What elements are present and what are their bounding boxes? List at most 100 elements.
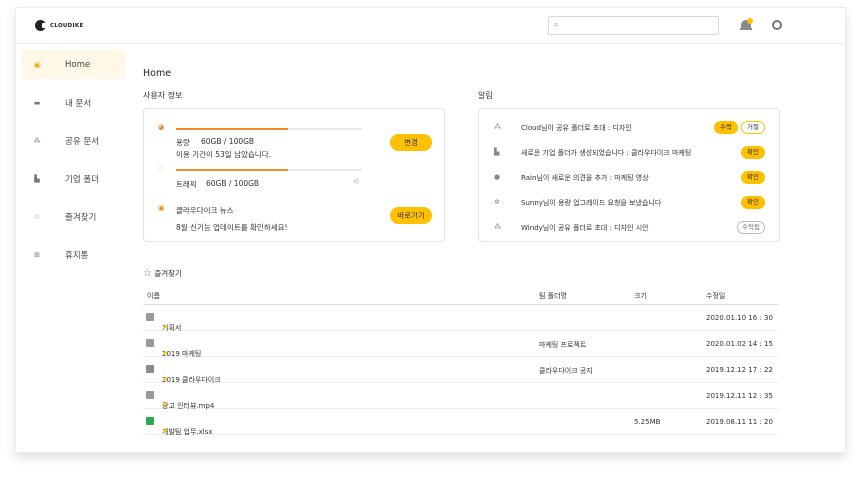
sidebar-item-4[interactable]: ☆ 즐겨찾기 — [22, 202, 125, 231]
column-modified[interactable]: 수정일 — [706, 291, 725, 301]
notification-bell-icon[interactable] — [740, 18, 753, 32]
sidebar-item-label: Home — [65, 59, 91, 70]
folder-icon — [146, 313, 154, 321]
gear-icon: ✲ — [494, 198, 500, 206]
favorite-star-icon[interactable]: ★ — [162, 349, 168, 357]
alert-item: ✲ Sunny님이 용량 업그레이드 요청을 보냈습니다 확인 — [479, 195, 779, 211]
column-size[interactable]: 크기 — [634, 291, 647, 301]
folder-icon: ▬ — [33, 98, 41, 107]
favorite-star-icon[interactable]: ★ — [162, 375, 168, 383]
video-file-icon — [146, 391, 154, 399]
traffic-icon: ◌ — [158, 164, 165, 172]
sidebar-item-0[interactable]: ▣ Home — [22, 50, 125, 79]
alert-text: 새로운 기업 폴더가 생성되었습니다 : 클라우다이크 마케팅 — [521, 149, 692, 157]
sidebar-item-label: 즐겨찾기 — [65, 212, 97, 223]
sidebar-item-label: 공유 문서 — [65, 136, 99, 147]
trash-icon: ⊞ — [34, 250, 40, 259]
column-team[interactable]: 팀 폴더명 — [539, 291, 567, 301]
favorites-table: 이름 팀 폴더명 크기 수정일 기획서 ★ 2020.01.10 16 : 30 2… — [143, 285, 779, 436]
alert-action-button[interactable]: 거절 — [741, 121, 765, 134]
cloudike-logo-icon — [35, 20, 47, 31]
home-icon: ▣ — [33, 60, 41, 69]
sidebar: ▣ Home ▬ 내 문서 ⁂ 공유 문서 ▙ 기업 폴더 ☆ 즐겨찾기 ⊞ 휴지통 — [22, 50, 125, 278]
favorites-heading-label: 즐겨찾기 — [154, 269, 182, 278]
alert-action-button[interactable]: 확인 — [741, 196, 765, 209]
alert-item: ⁂ Windy님이 공유 폴더로 초대 : 디자인 시안 수락됨 — [479, 220, 779, 236]
refresh-icon[interactable]: ⟲ — [353, 178, 359, 186]
table-row[interactable]: 2019 클라우다이크 ★ 클라우다이크 공지 2019.12.12 17 : 22 — [143, 357, 779, 384]
profile-icon[interactable] — [772, 20, 782, 30]
modified-date: 2019.12.11 12 : 35 — [706, 392, 773, 400]
file-size: 5.25MB — [634, 418, 661, 426]
news-icon: ▣ — [158, 204, 165, 212]
alert-text: Cloud님이 공유 폴더로 초대 : 디자인 — [521, 124, 632, 132]
logo[interactable]: CLOUDIKE — [35, 20, 84, 31]
column-name[interactable]: 이름 — [147, 291, 160, 301]
modified-date: 2020.01.10 16 : 30 — [706, 314, 773, 322]
alerts-card: ⁂ Cloud님이 공유 폴더로 초대 : 디자인 거절 수락 ▙ 새로운 기업 폴더가 … — [478, 108, 780, 242]
go-button[interactable]: 바로가기 — [390, 207, 432, 224]
alert-item: ⁂ Cloud님이 공유 폴더로 초대 : 디자인 거절 수락 — [479, 120, 779, 136]
top-bar: CLOUDIKE ⌕ — [16, 8, 845, 44]
notification-dot — [747, 18, 753, 24]
sidebar-item-1[interactable]: ▬ 내 문서 — [22, 88, 125, 117]
building-icon: ▙ — [34, 174, 40, 183]
star-icon: ☆ — [33, 212, 41, 221]
users-icon: ⁂ — [494, 123, 501, 131]
excel-file-icon — [146, 417, 154, 425]
star-outline-icon: ☆ — [143, 268, 152, 279]
alert-item: ▙ 새로운 기업 폴더가 생성되었습니다 : 클라우다이크 마케팅 확인 — [479, 145, 779, 161]
page-title: Home — [143, 68, 172, 79]
shared-users-icon: ⁂ — [33, 136, 41, 145]
user-info-heading: 사용자 정보 — [143, 91, 183, 100]
search-input[interactable]: ⌕ — [548, 16, 719, 35]
alert-action-button[interactable]: 확인 — [741, 146, 765, 159]
team-folder-icon — [146, 339, 154, 347]
alerts-heading: 알림 — [478, 91, 493, 100]
alert-text: Rain님이 새로운 의견을 추가 : 마케팅 영상 — [521, 174, 649, 182]
traffic-bar — [176, 169, 362, 171]
team-folder-icon — [146, 365, 154, 373]
sidebar-item-label: 내 문서 — [65, 98, 92, 109]
alert-action-button[interactable]: 수락됨 — [737, 221, 765, 234]
sidebar-item-label: 휴지통 — [65, 250, 89, 261]
table-row[interactable]: 기획서 ★ 2020.01.10 16 : 30 — [143, 305, 779, 332]
traffic-value: 60GB / 100GB — [206, 179, 260, 188]
modified-date: 2019.08.11 11 : 20 — [706, 418, 773, 426]
modified-date: 2020.01.02 14 : 15 — [706, 340, 773, 348]
favorite-star-icon[interactable]: ★ — [162, 401, 168, 409]
sidebar-item-2[interactable]: ⁂ 공유 문서 — [22, 126, 125, 155]
period-text: 이용 기간이 53일 남았습니다. — [176, 150, 271, 159]
user-info-card: ◕ 용량 60GB / 100GB 이용 기간이 53일 남았습니다. 변경 ◌… — [143, 108, 445, 242]
sidebar-item-3[interactable]: ▙ 기업 폴더 — [22, 164, 125, 193]
news-title: 클라우다이크 뉴스 — [176, 206, 234, 215]
building-icon: ▙ — [494, 148, 500, 156]
table-row[interactable]: 광고 인터뷰.mp4 ★ 2019.12.11 12 : 35 — [143, 383, 779, 410]
favorite-star-icon[interactable]: ★ — [162, 427, 168, 435]
app-window: CLOUDIKE ⌕ ▣ Home ▬ 내 문서 ⁂ 공유 문서 ▙ 기업 폴더 ☆ 즐겨찾기 ⊞ 휴… — [15, 7, 846, 453]
alert-text: Windy님이 공유 폴더로 초대 : 디자인 시안 — [521, 224, 649, 232]
users-icon: ⁂ — [494, 223, 501, 231]
modified-date: 2019.12.12 17 : 22 — [706, 366, 773, 374]
storage-bar — [176, 128, 362, 130]
search-icon: ⌕ — [554, 20, 559, 29]
favorite-star-icon[interactable]: ★ — [162, 323, 168, 331]
storage-label: 용량 — [176, 138, 190, 147]
table-header: 이름 팀 폴더명 크기 수정일 — [143, 285, 779, 305]
team-folder-name: 마케팅 프로젝트 — [539, 341, 587, 349]
storage-bar-fill — [176, 128, 288, 130]
brand-name: CLOUDIKE — [50, 22, 84, 29]
storage-icon: ◕ — [158, 123, 165, 131]
storage-value: 60GB / 100GB — [201, 137, 255, 146]
alert-action-button[interactable]: 수락 — [714, 121, 738, 134]
alert-action-button[interactable]: 확인 — [741, 171, 765, 184]
table-row[interactable]: 개발팀 업무.xlsx ★ 5.25MB 2019.08.11 11 : 20 — [143, 409, 779, 436]
sidebar-item-5[interactable]: ⊞ 휴지통 — [22, 240, 125, 269]
change-button[interactable]: 변경 — [390, 134, 432, 151]
sidebar-item-label: 기업 폴더 — [65, 174, 99, 185]
alert-item: ● Rain님이 새로운 의견을 추가 : 마케팅 영상 확인 — [479, 170, 779, 186]
traffic-label: 트래픽 — [176, 180, 197, 189]
news-text: 8월 신기능 업데이트를 확인하세요! — [176, 223, 288, 232]
favorites-heading: ☆ 즐겨찾기 — [143, 268, 182, 279]
table-row[interactable]: 2019 마케팅 ★ 마케팅 프로젝트 2020.01.02 14 : 15 — [143, 331, 779, 358]
